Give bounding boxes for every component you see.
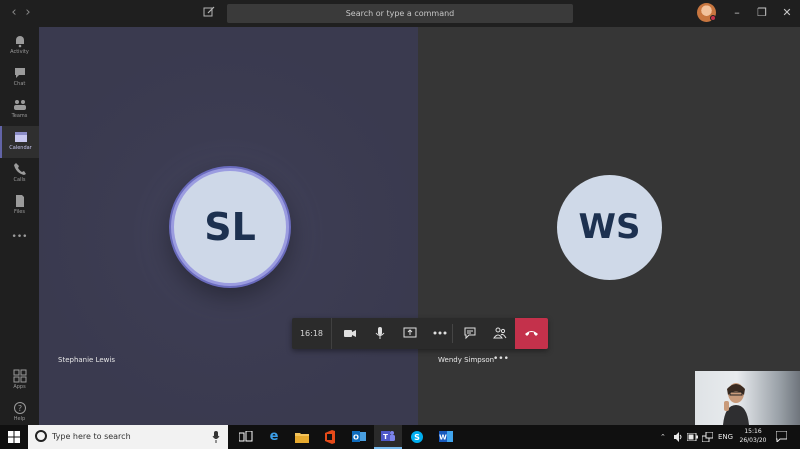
teams-icon: T xyxy=(381,431,395,441)
notifications-icon[interactable] xyxy=(776,431,787,442)
more-icon xyxy=(433,331,447,335)
participants-button[interactable] xyxy=(485,318,515,349)
rail-item-label: Apps xyxy=(13,384,26,390)
phone-icon xyxy=(13,163,26,175)
taskbar-search-input[interactable]: Type here to search xyxy=(28,425,228,449)
rail-item-chat[interactable]: Chat xyxy=(0,62,39,94)
rail-item-label: Activity xyxy=(10,49,29,55)
rail-item-label: Calendar xyxy=(9,145,32,151)
outlook-button[interactable]: O xyxy=(345,425,373,449)
battery-icon[interactable] xyxy=(687,433,698,441)
start-button[interactable] xyxy=(0,425,28,449)
hang-up-button[interactable] xyxy=(515,318,548,349)
svg-text:S: S xyxy=(414,433,420,442)
file-explorer-icon xyxy=(295,433,309,443)
svg-text:O: O xyxy=(353,434,359,442)
rail-item-label: Teams xyxy=(11,113,28,119)
skype-button[interactable]: S xyxy=(403,425,431,449)
close-button[interactable]: ✕ xyxy=(778,4,796,22)
office-button[interactable] xyxy=(316,425,344,449)
windows-taskbar: Type here to search e O T S W ⌃ ENG 15:1… xyxy=(0,425,800,449)
divider xyxy=(452,324,453,343)
participant-more-options-button[interactable]: ••• xyxy=(493,355,509,364)
calendar-icon xyxy=(14,132,27,142)
volume-icon[interactable] xyxy=(673,432,683,442)
camera-button[interactable] xyxy=(335,318,365,349)
edge-icon: e xyxy=(269,429,279,444)
chat-icon xyxy=(464,327,476,340)
participant-avatar: SL xyxy=(171,168,289,286)
teams-button[interactable]: T xyxy=(374,425,402,449)
task-view-icon xyxy=(239,431,253,442)
cortana-icon xyxy=(35,430,47,442)
compose-icon[interactable] xyxy=(202,6,216,20)
outlook-icon: O xyxy=(352,431,366,442)
self-video-person xyxy=(723,383,749,425)
command-search-input[interactable]: Search or type a command xyxy=(227,4,573,23)
files-icon xyxy=(15,195,24,207)
bell-icon xyxy=(15,36,24,48)
network-icon[interactable] xyxy=(702,432,713,442)
language-indicator[interactable]: ENG xyxy=(718,425,733,449)
rail-item-calendar[interactable]: Calendar xyxy=(0,126,39,158)
minimize-button[interactable]: – xyxy=(728,4,746,22)
call-timer: 16:18 xyxy=(292,318,332,349)
maximize-button[interactable]: ❐ xyxy=(753,4,771,22)
rail-item-activity[interactable]: Activity xyxy=(0,30,39,62)
microphone-icon[interactable] xyxy=(212,431,220,443)
app-rail: Activity Chat Teams Calendar Calls Files… xyxy=(0,27,39,425)
more-icon: ••• xyxy=(11,232,28,242)
skype-icon: S xyxy=(411,431,423,443)
share-screen-icon xyxy=(403,327,417,338)
rail-item-label: Chat xyxy=(13,81,26,87)
svg-text:W: W xyxy=(439,434,447,442)
conversation-button[interactable] xyxy=(455,318,485,349)
word-button[interactable]: W xyxy=(432,425,460,449)
show-hidden-icons-button[interactable]: ⌃ xyxy=(660,425,666,449)
svg-text:?: ? xyxy=(17,404,21,413)
participant-avatar: WS xyxy=(557,175,662,280)
edge-button[interactable]: e xyxy=(260,425,288,449)
word-icon: W xyxy=(439,431,453,442)
apps-icon xyxy=(13,369,26,383)
rail-item-files[interactable]: Files xyxy=(0,190,39,222)
participant-name: Stephanie Lewis xyxy=(58,356,115,364)
status-badge xyxy=(710,15,716,21)
rail-item-apps[interactable]: Apps xyxy=(0,365,39,397)
rail-item-label: Files xyxy=(14,209,25,215)
share-screen-button[interactable] xyxy=(395,318,425,349)
task-view-button[interactable] xyxy=(232,425,260,449)
microphone-button[interactable] xyxy=(365,318,395,349)
rail-item-more[interactable]: ••• xyxy=(0,226,39,258)
taskbar-clock[interactable]: 15:16 26/03/20 xyxy=(737,427,769,445)
rail-item-teams[interactable]: Teams xyxy=(0,94,39,126)
rail-item-calls[interactable]: Calls xyxy=(0,158,39,190)
rail-item-label: Calls xyxy=(13,177,26,183)
chat-icon xyxy=(14,68,25,78)
participant-name: Wendy Simpson xyxy=(438,356,495,364)
office-icon xyxy=(325,430,335,444)
file-explorer-button[interactable] xyxy=(288,425,316,449)
teams-icon xyxy=(13,100,26,110)
more-actions-button[interactable] xyxy=(425,318,455,349)
chevron-right-icon[interactable]: › xyxy=(20,4,36,22)
rail-item-label: Help xyxy=(13,416,26,422)
clock-time: 15:16 xyxy=(744,428,762,435)
microphone-icon xyxy=(375,327,385,339)
clock-date: 26/03/20 xyxy=(739,437,767,444)
taskbar-search-placeholder: Type here to search xyxy=(52,432,131,441)
people-icon xyxy=(493,327,507,339)
hang-up-icon xyxy=(525,331,538,336)
call-controls-bar: 16:18 xyxy=(292,318,548,349)
windows-logo-icon xyxy=(8,431,20,443)
help-icon: ? xyxy=(13,402,26,414)
title-bar: ‹ › Search or type a command – ❐ ✕ xyxy=(0,0,800,27)
video-camera-icon xyxy=(344,330,356,337)
svg-text:T: T xyxy=(383,433,388,441)
self-video-preview xyxy=(695,371,800,425)
